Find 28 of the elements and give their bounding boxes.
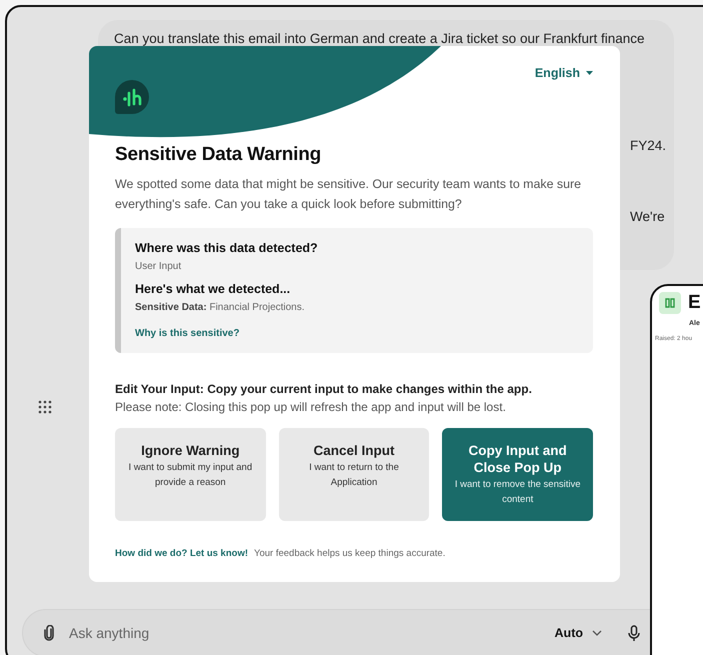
section-heading: Here's what we detected... — [135, 282, 292, 296]
chevron-down-icon — [592, 630, 602, 636]
action-button[interactable]: Ignore Warning I want to submit my input and provide a reason — [115, 428, 266, 521]
edit-note: Please note: Closing this pop up will refresh the app and input will be lost. — [115, 400, 507, 414]
section-heading: Where was this data detected? — [135, 241, 319, 255]
mode-dropdown[interactable]: Auto — [554, 626, 602, 640]
message-text: FY24. — [630, 138, 668, 153]
action-button[interactable]: Cancel Input I want to return to the Application — [278, 428, 430, 521]
side-window-title: E — [688, 292, 701, 314]
feedback-text: Your feedback helps us keep things accurate. — [254, 548, 446, 559]
book-icon — [659, 292, 681, 314]
dialog-title: Sensitive Data Warning — [115, 144, 322, 166]
message-input[interactable]: Ask anything — [67, 624, 543, 642]
detection-location: User Input — [135, 261, 182, 272]
feedback-link[interactable]: How did we do? Let us know! — [115, 548, 248, 559]
detected-data: Sensitive Data: Financial Projections. — [135, 302, 306, 313]
app-logo-icon — [115, 80, 149, 114]
caret-icon — [586, 71, 593, 75]
microphone-icon[interactable] — [628, 624, 640, 642]
dialog-description: We spotted some data that might be sensitive. Our security team wants to make sure everything's safe. Can you take a quick look before submitting? — [115, 176, 582, 213]
action-button[interactable]: Copy Input and Close Pop Up I want to remove the sensitive content — [442, 428, 593, 521]
drag-handle-icon[interactable] — [38, 400, 52, 414]
language-dropdown[interactable]: English — [534, 66, 593, 80]
why-sensitive-link[interactable]: Why is this sensitive? — [135, 328, 240, 339]
paperclip-icon[interactable] — [43, 625, 55, 641]
edit-heading: Edit Your Input: Copy your current input to make changes within the app. — [115, 382, 533, 396]
message-text: We're — [630, 209, 666, 224]
message-text: Can you translate this email into German and create a Jira ticket so our Frankfurt finance — [114, 31, 646, 46]
